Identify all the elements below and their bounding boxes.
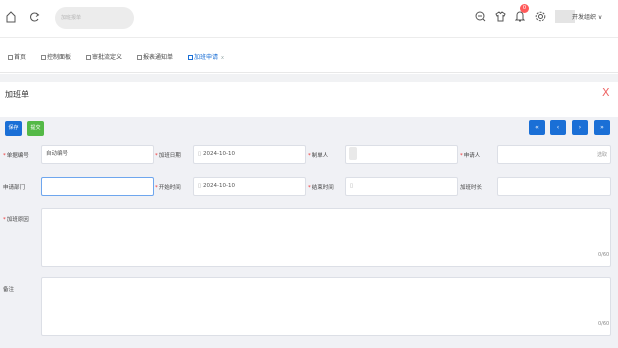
reason-label: *加班原因 bbox=[3, 217, 29, 223]
applicant-label: *申请人 bbox=[460, 153, 481, 159]
end-time-label: *结束时间 bbox=[308, 185, 334, 191]
start-time-label: *开始时间 bbox=[155, 185, 181, 191]
applicant-field[interactable] bbox=[497, 145, 611, 164]
tab-label: 控制面板 bbox=[47, 54, 72, 61]
creator-avatar bbox=[349, 147, 357, 160]
prev-record-button[interactable]: ‹ bbox=[550, 120, 566, 135]
choose-applicant-link[interactable]: 选取 bbox=[597, 151, 607, 158]
overtime-date-field[interactable]: ▯ 2024-10-10 bbox=[193, 145, 306, 164]
tab-home[interactable]: 首页 bbox=[8, 52, 26, 61]
first-record-button[interactable]: « bbox=[529, 120, 545, 135]
page-icon bbox=[8, 55, 13, 60]
duration-label: 加班时长 bbox=[460, 185, 483, 191]
page-icon bbox=[86, 55, 91, 60]
start-time-value: 2024-10-10 bbox=[203, 183, 235, 189]
dept-label: 申请部门 bbox=[3, 185, 26, 191]
tab-label: 首页 bbox=[14, 54, 27, 61]
page-title: 加班单 bbox=[5, 90, 29, 99]
app-page: 加班报单 0 开发组织 ∨ 首页 控制面板 审批流定义 报表通知单 加班申请 x … bbox=[0, 0, 618, 348]
start-time-field[interactable]: ▯ 2024-10-10 bbox=[193, 177, 306, 196]
close-tab-icon[interactable]: x bbox=[221, 55, 224, 61]
org-switcher[interactable]: 开发组织 ∨ bbox=[572, 12, 602, 21]
notification-badge: 0 bbox=[520, 4, 529, 13]
tab-report-notice[interactable]: 报表通知单 bbox=[137, 52, 173, 61]
save-button[interactable]: 保存 bbox=[5, 121, 22, 136]
shirt-icon[interactable] bbox=[495, 11, 506, 22]
duration-field[interactable] bbox=[497, 177, 611, 196]
remark-label: 备注 bbox=[3, 287, 15, 293]
calendar-icon: ▯ bbox=[198, 183, 202, 189]
creator-label: *制单人 bbox=[308, 153, 329, 159]
tab-label: 加班申请 bbox=[194, 54, 219, 61]
remark-char-counter: 0/60 bbox=[598, 321, 610, 327]
close-icon[interactable]: X bbox=[602, 86, 610, 99]
reason-char-counter: 0/60 bbox=[598, 252, 610, 258]
calendar-icon: ▯ bbox=[350, 183, 354, 189]
submit-button[interactable]: 提交 bbox=[27, 121, 44, 136]
tab-label: 审批流定义 bbox=[92, 54, 123, 61]
refresh-icon[interactable] bbox=[30, 11, 40, 23]
divider bbox=[0, 74, 618, 82]
top-header: 加班报单 0 开发组织 ∨ bbox=[0, 0, 618, 38]
doc-no-field[interactable]: 自动编号 bbox=[41, 145, 154, 164]
dept-field[interactable] bbox=[41, 177, 154, 196]
doc-no-label: *单据编号 bbox=[3, 153, 29, 159]
home-icon[interactable] bbox=[6, 11, 16, 23]
end-time-field[interactable]: ▯ bbox=[345, 177, 458, 196]
tab-dashboard[interactable]: 控制面板 bbox=[41, 52, 71, 61]
tab-workflow[interactable]: 审批流定义 bbox=[86, 52, 122, 61]
last-record-button[interactable]: » bbox=[594, 120, 610, 135]
tab-overtime[interactable]: 加班申请 x bbox=[188, 52, 224, 61]
overtime-date-label: *加班日期 bbox=[155, 153, 181, 159]
remark-textarea[interactable] bbox=[41, 277, 611, 336]
reason-textarea[interactable] bbox=[41, 208, 611, 267]
calendar-icon: ▯ bbox=[198, 151, 202, 157]
zoom-icon[interactable] bbox=[475, 11, 486, 22]
tab-label: 报表通知单 bbox=[143, 54, 174, 61]
next-record-button[interactable]: › bbox=[572, 120, 588, 135]
page-icon bbox=[137, 55, 142, 60]
creator-field[interactable] bbox=[345, 145, 458, 164]
settings-icon[interactable] bbox=[535, 11, 546, 22]
page-icon bbox=[41, 55, 46, 60]
overtime-date-value: 2024-10-10 bbox=[203, 151, 235, 157]
search-input[interactable]: 加班报单 bbox=[55, 7, 134, 29]
tab-bar: 首页 控制面板 审批流定义 报表通知单 加班申请 x bbox=[0, 39, 618, 73]
page-icon bbox=[188, 55, 193, 60]
